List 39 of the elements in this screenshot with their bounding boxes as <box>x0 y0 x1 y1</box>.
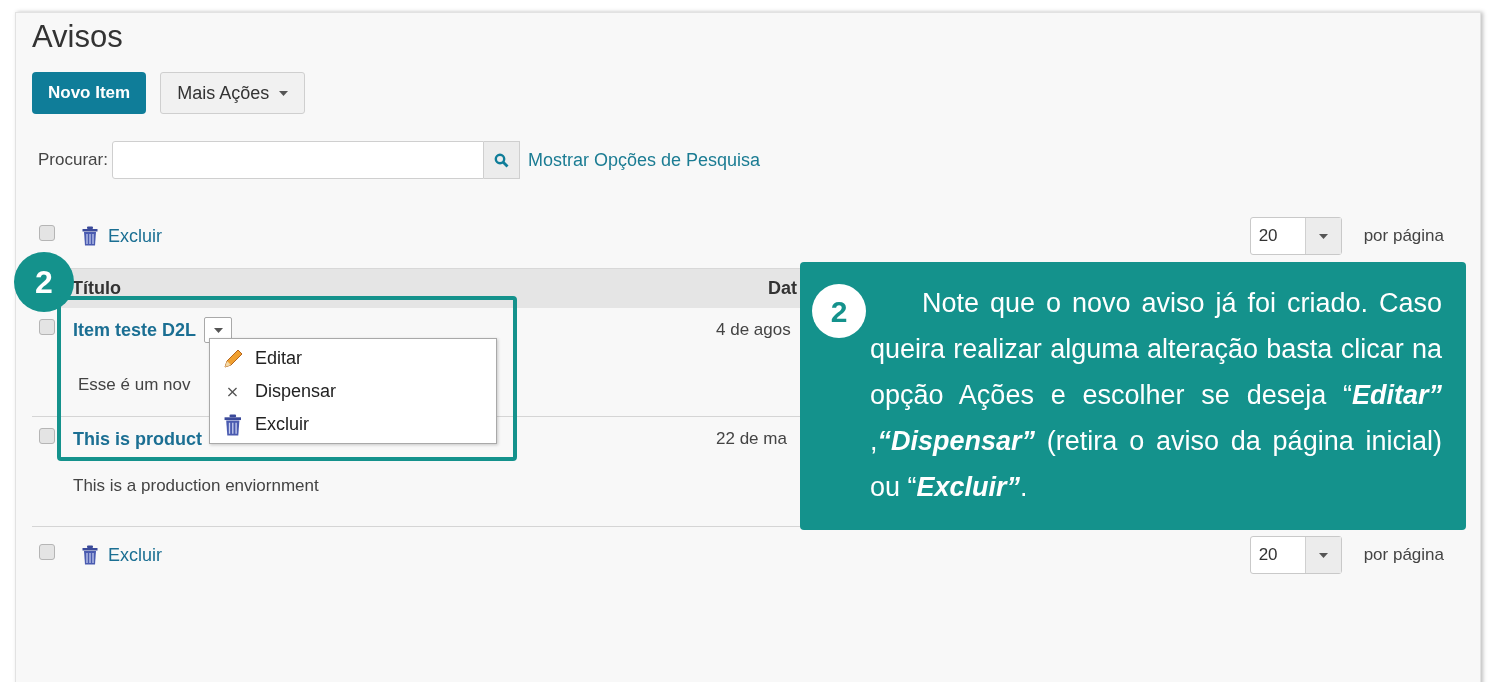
menu-item[interactable]: Editar <box>210 342 496 375</box>
search-button[interactable] <box>483 141 520 179</box>
announcement-title-link[interactable]: This is product <box>73 425 202 453</box>
checkbox[interactable] <box>39 225 55 241</box>
checkbox[interactable] <box>39 319 55 335</box>
delete-link[interactable]: Excluir <box>82 541 162 569</box>
page-size-select[interactable]: 20 <box>1249 217 1342 255</box>
search-label: Procurar: <box>38 149 108 172</box>
caret-icon <box>1318 233 1328 239</box>
caret-icon <box>213 327 223 333</box>
search-field[interactable] <box>111 141 484 179</box>
caret-icon <box>279 90 289 96</box>
new-item-button[interactable]: Novo Item <box>32 72 147 114</box>
close-icon: × <box>225 383 240 400</box>
delete-link[interactable]: Excluir <box>82 222 162 250</box>
callout-text: Note que o novo aviso já foi criado. Caso queira realizar alguma alteração basta clicar na opção Ações e escolher se deseja “Editar” ,“Dispensar” (retira o aviso da página inicial) ou “Excluir”. <box>870 287 1442 504</box>
more-actions-button[interactable]: Mais Ações <box>160 72 306 114</box>
menu-item[interactable]: × Dispensar <box>210 375 496 408</box>
date-text: 22 de ma <box>716 428 788 451</box>
announcement-text: Esse é um nov <box>78 374 191 396</box>
announcement-text: This is a production enviornment <box>73 475 319 497</box>
menu-item[interactable]: Excluir <box>210 408 496 441</box>
page-size-select[interactable]: 20 <box>1249 536 1342 574</box>
column-header: Título <box>72 277 122 300</box>
trash-icon <box>82 226 98 246</box>
search-icon <box>493 152 509 168</box>
callout-step-badge: 2 <box>812 284 866 338</box>
search-options-link[interactable]: Mostrar Opções de Pesquisa <box>527 146 761 174</box>
per-page-label: por página <box>1363 544 1444 567</box>
per-page-label: por página <box>1363 225 1444 248</box>
checkbox[interactable] <box>39 428 55 444</box>
caret-icon <box>1318 552 1328 558</box>
date-text: 4 de agos <box>716 319 792 342</box>
page-title: Avisos <box>32 21 124 52</box>
announcement-title-link[interactable]: Item teste D2L <box>73 316 197 344</box>
trash-icon <box>82 545 98 565</box>
trash-icon <box>223 413 242 436</box>
pencil-icon <box>221 347 244 370</box>
checkbox[interactable] <box>39 544 55 560</box>
